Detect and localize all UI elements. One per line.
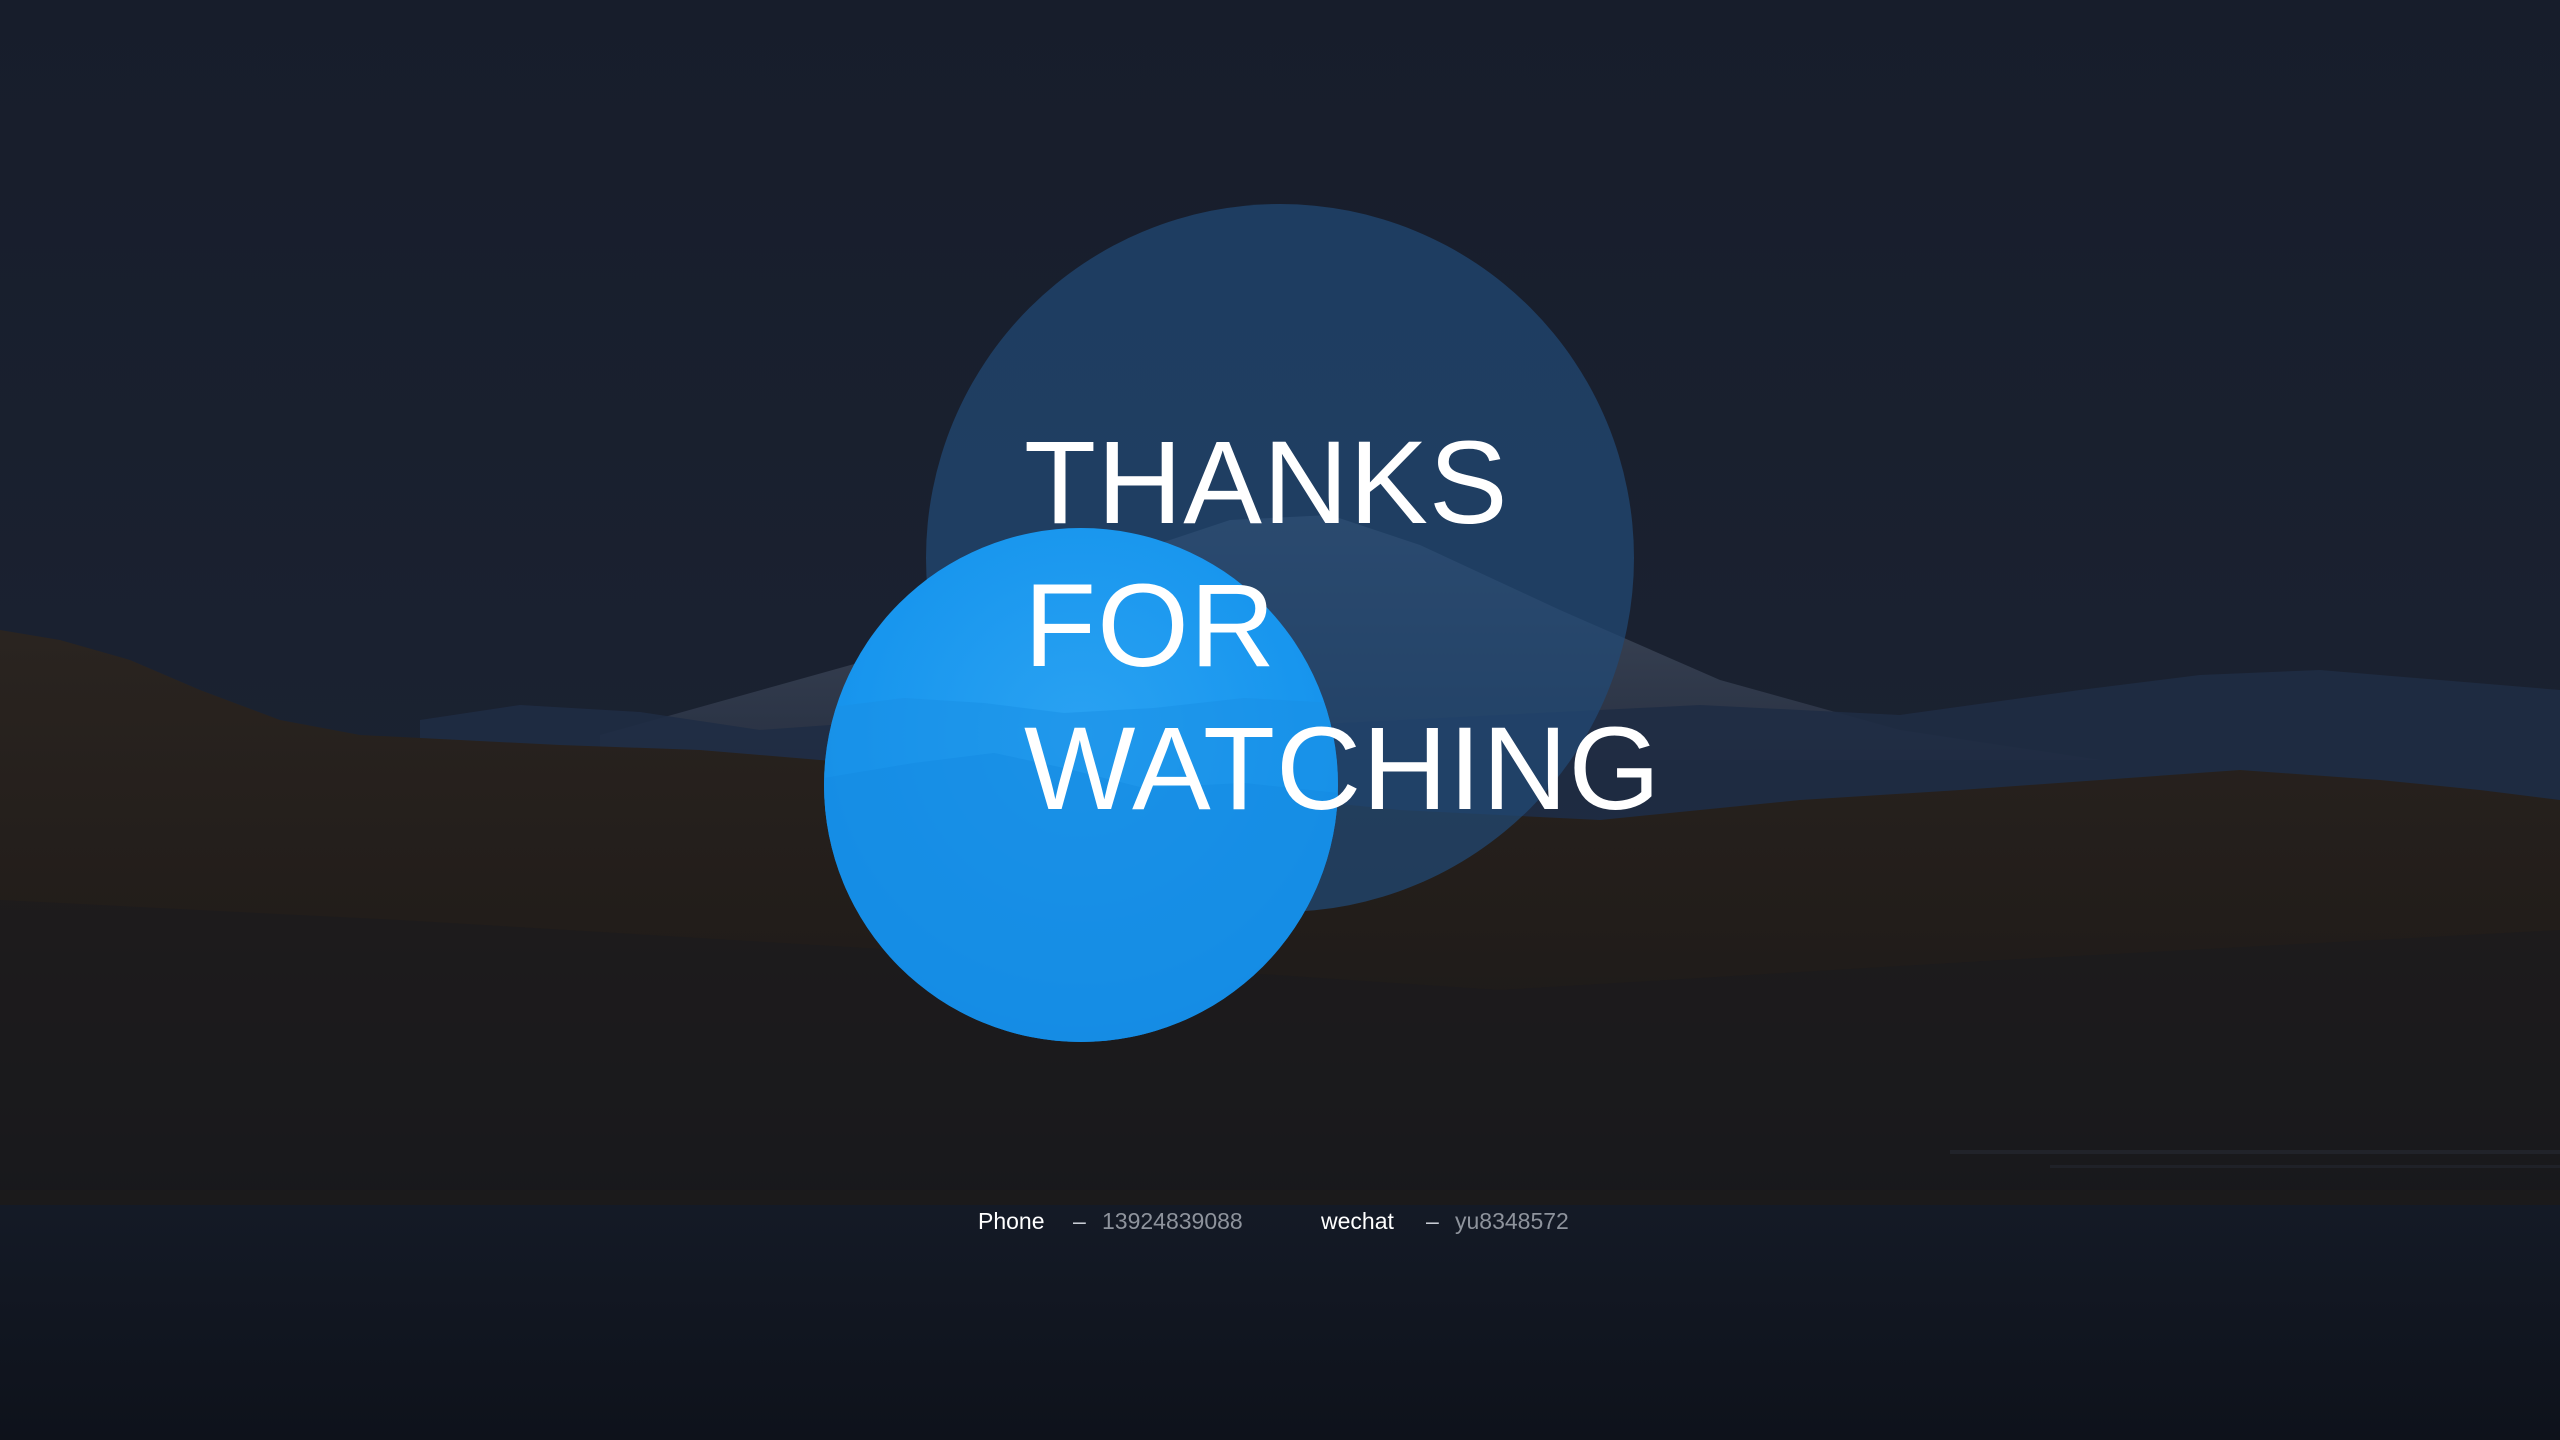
- thanks-slide: THANKS FOR WATCHING Phone – 13924839088 …: [0, 0, 2560, 1440]
- phone-number: 13924839088: [1102, 1208, 1243, 1234]
- contact-info: Phone – 13924839088 wechat – yu8348572: [0, 1206, 2560, 1236]
- wechat-separator: –: [1426, 1208, 1439, 1234]
- wechat-id: yu8348572: [1455, 1208, 1569, 1234]
- wechat-label: wechat: [1321, 1208, 1394, 1234]
- title-line-thanks: THANKS: [1024, 417, 1509, 549]
- title-line-watching: WATCHING: [1024, 703, 1662, 835]
- phone-separator: –: [1073, 1208, 1086, 1234]
- thanks-title: THANKS FOR WATCHING: [1024, 412, 1661, 841]
- phone-label: Phone: [978, 1208, 1045, 1234]
- title-line-for: FOR: [1024, 560, 1277, 692]
